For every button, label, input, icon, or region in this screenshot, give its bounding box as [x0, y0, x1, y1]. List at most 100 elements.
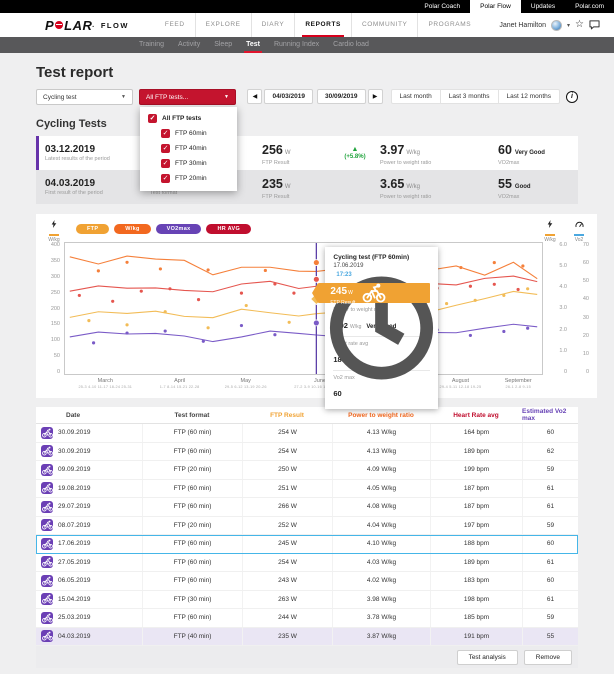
nav-item-feed[interactable]: FEED	[155, 13, 195, 37]
dropdown-item-ftp-60min[interactable]: ✓FTP 60min	[140, 126, 237, 141]
dropdown-item-ftp-30min[interactable]: ✓FTP 30min	[140, 156, 237, 171]
legend-pill-ftp[interactable]: FTP	[76, 224, 109, 234]
x-axis-month-april: April1-7 8-14 15-21 22-28	[160, 378, 200, 389]
month-label: August	[440, 378, 482, 384]
summary-ftp-value: 235W	[262, 175, 330, 193]
subnav-item-sleep[interactable]: Sleep	[207, 37, 239, 53]
selected-point-w-kg[interactable]	[313, 260, 319, 266]
legend-pill-hr-avg[interactable]: HR AVG	[206, 224, 251, 234]
nav-item-explore[interactable]: EXPLORE	[195, 13, 251, 37]
dropdown-item-ftp-40min[interactable]: ✓ FTP 40min	[140, 141, 237, 156]
date-from-input[interactable]: 04/03/2019	[264, 89, 313, 104]
table-row[interactable]: 09.09.2019FTP (20 min)250 W4.09 W/kg199 …	[36, 461, 578, 480]
data-point-ftp	[502, 294, 505, 297]
topbar-tab-polar-flow[interactable]: Polar Flow	[470, 0, 521, 13]
row-test-format: FTP (40 min)	[142, 628, 242, 646]
checkbox-checked-icon[interactable]: ✓	[161, 174, 170, 183]
row-test-format: FTP (60 min)	[142, 535, 242, 553]
subnav-item-training[interactable]: Training	[132, 37, 171, 53]
remove-button[interactable]: Remove	[524, 650, 572, 665]
table-row[interactable]: 29.07.2019FTP (60 min)266 W4.08 W/kg187 …	[36, 498, 578, 517]
feedback-bubble-icon[interactable]	[589, 20, 600, 30]
checkbox-checked-icon[interactable]: ✓	[148, 114, 157, 123]
nav-item-reports[interactable]: REPORTS	[294, 13, 351, 37]
table-row[interactable]: 08.07.2019FTP (20 min)252 W4.04 W/kg197 …	[36, 517, 578, 536]
selected-point-hr-avg[interactable]	[313, 276, 319, 282]
row-power-to-weight: 3.78 W/kg	[332, 609, 430, 627]
table-row[interactable]: 30.09.2019FTP (60 min)254 W4.13 W/kg189 …	[36, 443, 578, 462]
data-point-hr-avg	[240, 292, 243, 295]
dropdown-item-label: FTP 40min	[175, 145, 207, 152]
ftp-result-banner: 245W FTP Result	[318, 283, 430, 303]
table-row[interactable]: 30.09.2019FTP (60 min)254 W4.13 W/kg164 …	[36, 424, 578, 443]
checkbox-checked-icon[interactable]: ✓	[161, 144, 170, 153]
nav-item-diary[interactable]: DIARY	[251, 13, 295, 37]
row-power-to-weight: 4.02 W/kg	[332, 572, 430, 590]
checkbox-checked-icon[interactable]: ✓	[161, 129, 170, 138]
prev-period-button[interactable]: ◀	[247, 89, 262, 104]
data-point-ftp	[526, 287, 529, 290]
info-button[interactable]: i	[566, 91, 578, 103]
subnav-item-running-index[interactable]: Running Index	[267, 37, 326, 53]
dropdown-item-ftp-20min[interactable]: ✓FTP 20min	[140, 171, 237, 186]
user-name[interactable]: Janet Hamilton	[499, 22, 546, 29]
legend-pill-w-kg[interactable]: W/kg	[114, 224, 150, 234]
data-point-ftp	[474, 299, 477, 302]
row-heart-rate-avg: 198 bpm	[430, 591, 522, 609]
polar-logo[interactable]: PLAR.	[45, 18, 95, 33]
nav-item-community[interactable]: COMMUNITY	[351, 13, 417, 37]
test-analysis-button[interactable]: Test analysis	[457, 650, 518, 665]
row-ftp-result: 243 W	[242, 572, 332, 590]
preset-last-month[interactable]: Last month	[392, 89, 440, 104]
row-vo2-max: 60	[522, 535, 578, 553]
row-ftp-result: 235 W	[242, 628, 332, 646]
sport-select[interactable]: Cycling test ▼	[36, 89, 133, 105]
next-period-button[interactable]: ▶	[368, 89, 383, 104]
topbar-tab-polar-com[interactable]: Polar.com	[565, 0, 614, 13]
table-row[interactable]: 04.03.2019FTP (40 min)235 W3.87 W/kg191 …	[36, 628, 578, 647]
table-row[interactable]: 25.03.2019FTP (60 min)244 W3.78 W/kg185 …	[36, 609, 578, 628]
preset-last-3-months[interactable]: Last 3 months	[440, 89, 498, 104]
subnav-item-test[interactable]: Test	[239, 37, 267, 53]
subnav-item-cardio-load[interactable]: Cardio load	[326, 37, 376, 53]
subnav-item-activity[interactable]: Activity	[171, 37, 207, 53]
vo2-value: 60	[498, 143, 512, 157]
y-tick: 100	[44, 337, 60, 343]
cyclist-icon	[41, 482, 53, 494]
trend-up-icon: ▲	[330, 146, 380, 154]
page-title: Test report	[36, 64, 578, 81]
preset-last-12-months[interactable]: Last 12 months	[498, 89, 559, 104]
checkbox-checked-icon[interactable]: ✓	[161, 159, 170, 168]
dropdown-item-all-ftp-tests[interactable]: ✓All FTP tests	[140, 111, 237, 126]
favorites-star-icon[interactable]: ☆	[575, 20, 584, 30]
chart-plot[interactable]: Cycling test (FTP 60min) 17.06.2019 17:2…	[64, 242, 543, 375]
user-menu-caret-icon[interactable]: ▾	[567, 22, 570, 29]
topbar-tab-polar-coach[interactable]: Polar Coach	[414, 0, 470, 13]
table-row[interactable]: 15.04.2019FTP (30 min)263 W3.98 W/kg198 …	[36, 591, 578, 610]
row-ftp-result: 254 W	[242, 443, 332, 461]
test-filter-select[interactable]: All FTP tests... ▼ ✓All FTP tests✓FTP 60…	[139, 89, 236, 105]
table-row[interactable]: 06.05.2019FTP (60 min)243 W4.02 W/kg183 …	[36, 572, 578, 591]
week-labels: 29-5 6-12 13-19 20-26	[225, 385, 267, 389]
nav-item-programs[interactable]: PROGRAMS	[417, 13, 481, 37]
summary-date-sublabel: Latest results of the period	[45, 156, 150, 162]
row-heart-rate-avg: 187 bpm	[430, 480, 522, 498]
legend-pill-vo2max[interactable]: VO2max	[156, 224, 202, 234]
table-date-cell: 30.09.2019	[36, 443, 142, 461]
avatar[interactable]	[551, 20, 562, 31]
date-to-input[interactable]: 30/09/2019	[317, 89, 366, 104]
table-row[interactable]: 19.08.2019FTP (60 min)251 W4.05 W/kg187 …	[36, 480, 578, 499]
row-vo2-max: 60	[522, 424, 578, 442]
summary-row-1: 03.12.2019Latest results of the period25…	[36, 136, 578, 170]
row-power-to-weight: 4.09 W/kg	[332, 461, 430, 479]
selected-point-vo2max[interactable]	[313, 320, 319, 326]
row-heart-rate-avg: 164 bpm	[430, 424, 522, 442]
column-header-test-format: Test format	[142, 407, 242, 423]
topbar-tab-updates[interactable]: Updates	[521, 0, 565, 13]
y-tick: 250	[44, 290, 60, 296]
data-point-vo2max	[502, 330, 505, 333]
summary-date-cell: 04.03.2019First result of the period	[45, 178, 150, 196]
x-axis-month-september: September26-1 2-8 9-15	[505, 378, 532, 389]
table-row[interactable]: 27.05.2019FTP (60 min)254 W4.03 W/kg189 …	[36, 554, 578, 573]
table-row[interactable]: 17.06.2019FTP (60 min)245 W4.10 W/kg188 …	[36, 535, 578, 554]
